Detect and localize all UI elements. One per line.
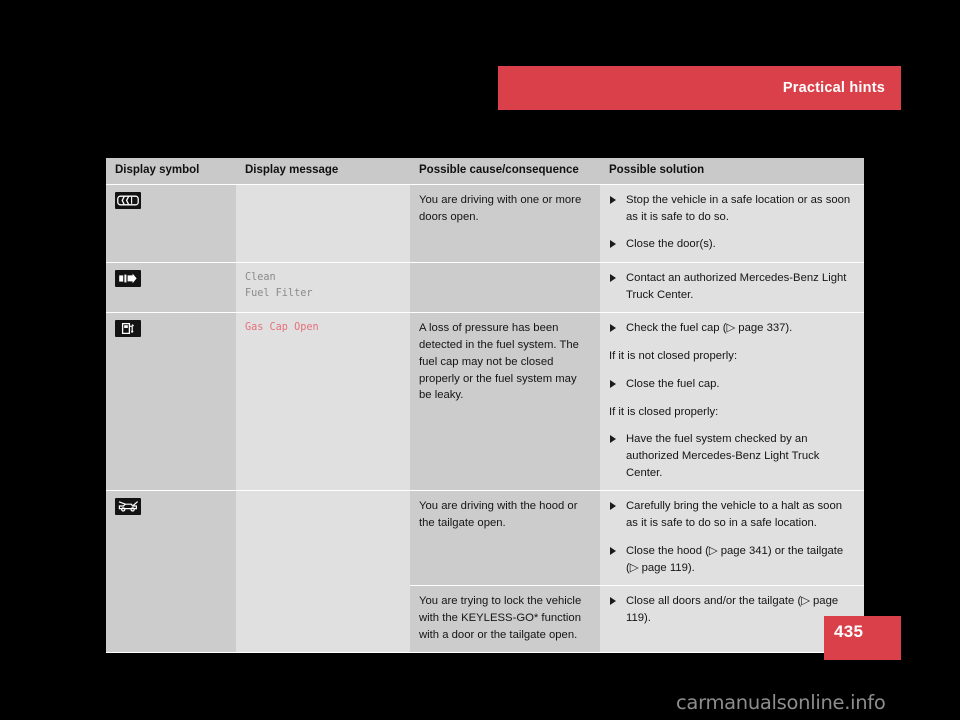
page-number: 435	[834, 622, 864, 641]
solution-item: Carefully bring the vehicle to a halt as…	[609, 498, 855, 531]
solution-list: Check the fuel cap (▷ page 337). If it i…	[609, 320, 855, 481]
table-row: You are driving with the hood or the tai…	[106, 490, 864, 654]
table-body: You are driving with one or more doors o…	[106, 184, 864, 654]
solution-list: Close all doors and/or the tailgate (▷ p…	[609, 593, 855, 626]
solution-list: Carefully bring the vehicle to a halt as…	[609, 498, 855, 576]
cell-possible-cause: You are driving with the hood or the tai…	[410, 490, 600, 587]
cell-possible-cause	[410, 262, 600, 314]
display-messages-table: Display symbol Display message Possible …	[106, 158, 864, 654]
cell-possible-solution: Stop the vehicle in a safe location or a…	[600, 184, 864, 263]
cell-possible-solution: Contact an authorized Mercedes-Benz Ligh…	[600, 262, 864, 314]
chapter-header-banner: Practical hints	[498, 66, 901, 110]
solution-item: Check the fuel cap (▷ page 337).	[609, 320, 855, 337]
car-hood-tailgate-open-icon	[115, 498, 141, 516]
solution-list: Stop the vehicle in a safe location or a…	[609, 192, 855, 253]
column-header-display-symbol: Display symbol	[106, 158, 236, 185]
solution-condition: If it is closed properly:	[609, 405, 719, 418]
solution-item: Close the door(s).	[609, 236, 855, 253]
display-message-text: Clean Fuel Filter	[245, 271, 313, 299]
solution-condition: If it is not closed properly:	[609, 350, 738, 363]
solution-item: Contact an authorized Mercedes-Benz Ligh…	[609, 270, 855, 303]
cell-possible-cause: A loss of pressure has been detected in …	[410, 312, 600, 492]
cell-display-symbol	[106, 184, 236, 263]
cell-display-symbol	[106, 262, 236, 314]
cell-display-message	[236, 490, 410, 654]
table-row: Gas Cap Open A loss of pressure has been…	[106, 312, 864, 492]
solution-item: Stop the vehicle in a safe location or a…	[609, 192, 855, 225]
fuel-filter-icon	[115, 269, 141, 287]
display-message-text: Gas Cap Open	[245, 322, 319, 334]
solution-item: Close the hood (▷ page 341) or the tailg…	[609, 543, 855, 576]
solution-item: Close the fuel cap.	[609, 376, 855, 393]
cell-display-symbol	[106, 490, 236, 654]
solution-item: Close all doors and/or the tailgate (▷ p…	[609, 593, 855, 626]
table-row: You are driving with one or more doors o…	[106, 184, 864, 263]
page-number-tab: 435	[824, 616, 901, 660]
cell-display-message	[236, 184, 410, 263]
display-messages-table-container: Display symbol Display message Possible …	[106, 158, 864, 654]
fuel-pump-icon	[115, 320, 141, 338]
table-row: Clean Fuel Filter Contact an authorized …	[106, 262, 864, 314]
table-header-row: Display symbol Display message Possible …	[106, 158, 864, 185]
column-header-display-message: Display message	[236, 158, 410, 185]
column-header-possible-solution: Possible solution	[600, 158, 864, 185]
chapter-title: Practical hints	[782, 80, 885, 96]
site-watermark: carmanualsonline.info	[676, 691, 886, 714]
cell-display-message: Gas Cap Open	[236, 312, 410, 492]
solution-list: Contact an authorized Mercedes-Benz Ligh…	[609, 270, 855, 303]
car-doors-open-icon	[115, 191, 141, 209]
cell-possible-solution: Check the fuel cap (▷ page 337). If it i…	[600, 312, 864, 492]
column-header-possible-cause: Possible cause/consequence	[410, 158, 600, 185]
cell-display-symbol	[106, 312, 236, 492]
cell-possible-cause: You are driving with one or more doors o…	[410, 184, 600, 263]
cell-possible-cause: You are trying to lock the vehicle with …	[410, 585, 600, 654]
cell-possible-solution: Carefully bring the vehicle to a halt as…	[600, 490, 864, 587]
cell-display-message: Clean Fuel Filter	[236, 262, 410, 314]
solution-item: Have the fuel system checked by an autho…	[609, 431, 855, 481]
table-header: Display symbol Display message Possible …	[106, 158, 864, 185]
